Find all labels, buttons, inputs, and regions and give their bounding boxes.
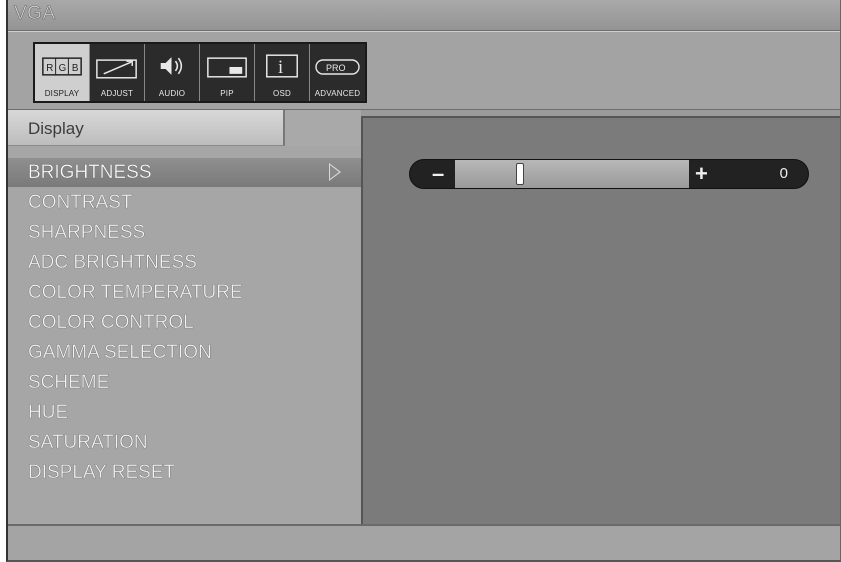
svg-text:i: i <box>278 57 283 78</box>
tab-label: PIP <box>220 89 234 98</box>
speaker-icon <box>160 57 183 75</box>
menu-item-label: HUE <box>28 402 69 423</box>
pip-icon <box>207 57 247 78</box>
tab-adjust[interactable]: ADJUST <box>90 44 145 101</box>
svg-text:PRO: PRO <box>326 63 346 73</box>
menu-item-label: SCHEME <box>28 372 110 393</box>
brightness-slider: – + 0 <box>409 159 809 189</box>
tab-audio[interactable]: AUDIO <box>145 44 200 101</box>
slider-thumb[interactable] <box>516 163 524 185</box>
menu-item-label: COLOR TEMPERATURE <box>28 282 243 303</box>
svg-text:R: R <box>46 63 53 74</box>
status-bar <box>8 524 840 560</box>
tab-label: DISPLAY <box>44 89 80 98</box>
slider-track[interactable] <box>455 160 689 188</box>
section-title: Display <box>28 119 84 138</box>
window-title: VGA <box>14 3 56 25</box>
rgb-icon: R G B <box>42 57 82 76</box>
content-panel: – + 0 <box>361 116 840 524</box>
settings-menu: BRIGHTNESS CONTRAST SHARPNESS ADC BRIGHT… <box>8 146 361 524</box>
tab-pip[interactable]: PIP <box>200 44 255 101</box>
info-icon: i <box>266 54 298 78</box>
tab-label: ADVANCED <box>314 89 361 98</box>
chevron-right-icon <box>329 163 341 181</box>
menu-item-label: GAMMA SELECTION <box>28 342 212 363</box>
tab-fold <box>285 110 361 146</box>
section-tab-display: Display <box>8 110 285 146</box>
menu-item-brightness[interactable]: BRIGHTNESS <box>8 158 361 187</box>
tab-osd[interactable]: i OSD <box>255 44 310 101</box>
menu-item-label: DISPLAY RESET <box>28 462 176 483</box>
menu-item-label: SHARPNESS <box>28 222 146 243</box>
tab-label: AUDIO <box>158 89 186 98</box>
menu-item-display-reset[interactable]: DISPLAY RESET <box>8 458 361 487</box>
menu-item-label: COLOR CONTROL <box>28 312 194 333</box>
menu-item-color-temperature[interactable]: COLOR TEMPERATURE <box>8 278 361 307</box>
menu-item-label: CONTRAST <box>28 192 133 213</box>
menu-item-scheme[interactable]: SCHEME <box>8 368 361 397</box>
decrease-button[interactable]: – <box>432 161 444 187</box>
osd-window: VGA R G B DISPLAY ADJUST AUDIO PIP i OSD… <box>6 0 841 562</box>
svg-text:G: G <box>59 63 67 74</box>
menu-item-label: ADC BRIGHTNESS <box>28 252 197 273</box>
pro-icon: PRO <box>315 59 360 75</box>
menu-item-hue[interactable]: HUE <box>8 398 361 427</box>
menu-item-contrast[interactable]: CONTRAST <box>8 188 361 217</box>
tab-label: OSD <box>273 89 291 98</box>
menu-item-label: BRIGHTNESS <box>28 162 152 183</box>
tab-display[interactable]: R G B DISPLAY <box>35 44 90 101</box>
slider-value: 0 <box>779 165 788 182</box>
menu-item-label: SATURATION <box>28 432 148 453</box>
adjust-icon <box>96 59 137 79</box>
svg-text:B: B <box>72 63 79 74</box>
menu-item-gamma-selection[interactable]: GAMMA SELECTION <box>8 338 361 367</box>
tab-advanced[interactable]: PRO ADVANCED <box>310 44 365 101</box>
menu-item-color-control[interactable]: COLOR CONTROL <box>8 308 361 337</box>
category-toolbar: R G B DISPLAY ADJUST AUDIO PIP i OSD PRO… <box>33 42 367 103</box>
menu-item-saturation[interactable]: SATURATION <box>8 428 361 457</box>
toolbar-band: R G B DISPLAY ADJUST AUDIO PIP i OSD PRO… <box>8 31 840 110</box>
menu-item-adc-brightness[interactable]: ADC BRIGHTNESS <box>8 248 361 277</box>
increase-button[interactable]: + <box>695 161 708 187</box>
title-bar: VGA <box>8 0 840 31</box>
tab-label: ADJUST <box>100 89 134 98</box>
menu-item-sharpness[interactable]: SHARPNESS <box>8 218 361 247</box>
